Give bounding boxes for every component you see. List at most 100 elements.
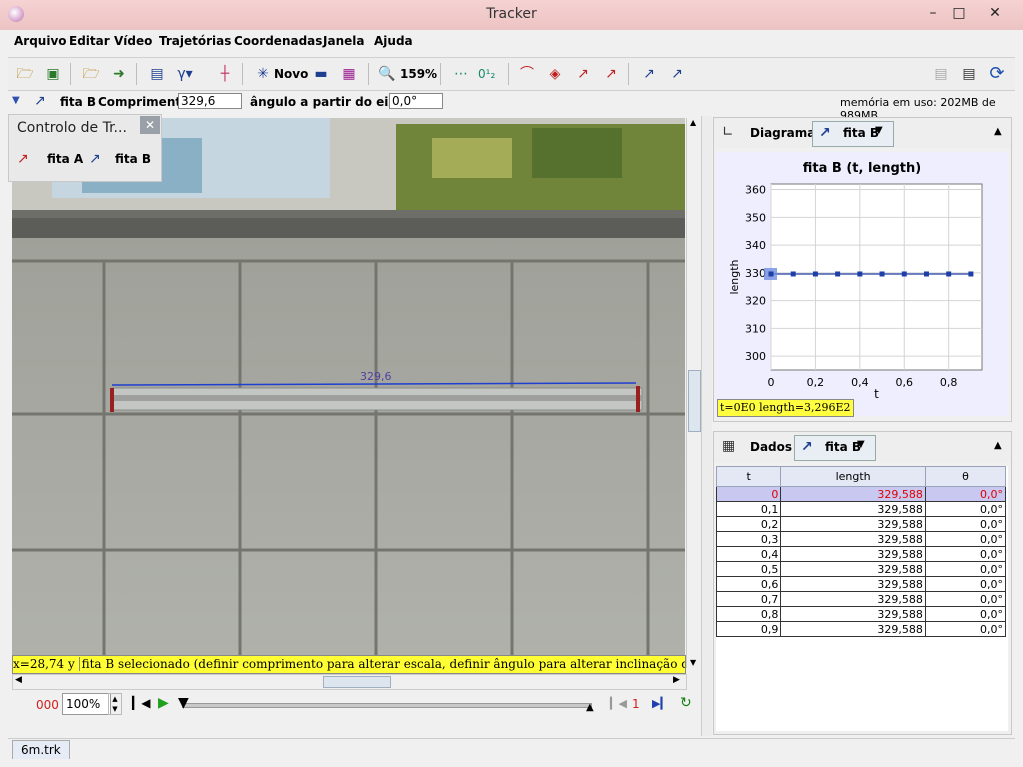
table-row[interactable]: 0,8 329,588 0,0° (715, 606, 1007, 622)
end-marker-icon[interactable]: ▲ (586, 702, 594, 713)
zoom-level[interactable]: 159% (400, 63, 437, 85)
frame-counter[interactable]: 000 (36, 698, 59, 712)
slider-thumb[interactable]: ▼ (178, 695, 189, 711)
table-row[interactable]: 0,2 329,588 0,0° (715, 516, 1007, 532)
cell-length[interactable]: 329,588 (780, 501, 926, 517)
horizontal-scroll-thumb[interactable] (323, 676, 391, 688)
import-icon[interactable]: 🗁 (80, 63, 102, 85)
axes-icon[interactable]: ┼ (214, 63, 236, 85)
maximize-icon[interactable]: □ (944, 2, 974, 24)
cell-t[interactable]: 0,4 (715, 546, 782, 562)
cell-length[interactable]: 329,588 (780, 486, 926, 502)
cell-theta[interactable]: 0,0° (924, 486, 1007, 502)
col-length[interactable]: length (780, 466, 926, 487)
cell-theta[interactable]: 0,0° (924, 606, 1007, 622)
cell-t[interactable]: 0,7 (715, 591, 782, 607)
grid-icon[interactable]: ▦ (338, 63, 360, 85)
cell-length[interactable]: 329,588 (780, 576, 926, 592)
menu-trajetorias[interactable]: Trajetórias (159, 34, 231, 48)
chart-svg[interactable]: fita B (t, length) 300 310 320 330 340 350 360 0… (716, 152, 1008, 416)
chevron-down-icon[interactable]: ▼ (875, 125, 883, 136)
step-back-icon[interactable]: ▎◀ (610, 697, 627, 710)
plot-area[interactable]: fita B (t, length) 300 310 320 330 340 350 360 0… (716, 152, 1008, 416)
calibration-icon[interactable]: γ▾ (174, 63, 196, 85)
cell-theta[interactable]: 0,0° (924, 501, 1007, 517)
track-a-button[interactable]: fita A (47, 152, 83, 166)
trace-icon[interactable]: ⋯ (450, 63, 472, 85)
play-icon[interactable]: ▶ (158, 695, 169, 711)
scroll-left-icon[interactable]: ◀ (15, 675, 22, 685)
export-icon[interactable]: ➜ (108, 63, 130, 85)
length-field[interactable] (178, 93, 242, 109)
table-row[interactable]: 0 329,588 0,0° (715, 486, 1007, 502)
cell-theta[interactable]: 0,0° (924, 591, 1007, 607)
video-frame[interactable]: 329,6 (12, 118, 685, 655)
cell-theta[interactable]: 0,0° (924, 561, 1007, 577)
table-row[interactable]: 0,9 329,588 0,0° (715, 621, 1007, 637)
table-row[interactable]: 0,5 329,588 0,0° (715, 561, 1007, 577)
cell-t[interactable]: 0,1 (715, 501, 782, 517)
data-table[interactable]: t length θ 0 329,588 0,0° 0,1 329,588 0,0° 0,2… (715, 466, 1007, 637)
loop-icon[interactable]: ↻ (680, 695, 692, 711)
split-divider[interactable] (701, 116, 712, 736)
track-dropdown-icon[interactable]: ▼ (12, 95, 20, 106)
file-tab[interactable]: 6m.trk (12, 740, 70, 759)
collapse-icon[interactable]: ▲ (994, 440, 1002, 451)
mass-icon[interactable]: ↗ (666, 63, 688, 85)
scroll-up-icon[interactable]: ▲ (690, 118, 696, 127)
cell-length[interactable]: 329,588 (780, 546, 926, 562)
scroll-right-icon[interactable]: ▶ (673, 675, 680, 685)
table-row[interactable]: 0,7 329,588 0,0° (715, 591, 1007, 607)
cell-length[interactable]: 329,588 (780, 561, 926, 577)
new-track-icon[interactable]: ✳ (252, 63, 274, 85)
notes-icon[interactable]: ▤ (930, 63, 952, 85)
cell-t[interactable]: 0 (715, 486, 782, 502)
table-row[interactable]: 0,6 329,588 0,0° (715, 576, 1007, 592)
col-theta[interactable]: θ (924, 466, 1007, 487)
popup-close-icon[interactable]: ✕ (140, 116, 160, 134)
cell-t[interactable]: 0,6 (715, 576, 782, 592)
collapse-icon[interactable]: ▲ (994, 126, 1002, 137)
menu-video[interactable]: Vídeo (114, 34, 152, 48)
save-icon[interactable]: ▣ (42, 63, 64, 85)
velocity-icon[interactable]: ↗ (572, 63, 594, 85)
cell-t[interactable]: 0,9 (715, 621, 782, 637)
clip-settings-icon[interactable]: ▤ (146, 63, 168, 85)
new-track-label[interactable]: Novo (274, 63, 308, 85)
cell-theta[interactable]: 0,0° (924, 576, 1007, 592)
acceleration-icon[interactable]: ↗ (600, 63, 622, 85)
video-horizontal-scrollbar[interactable]: ◀ ▶ (12, 674, 687, 690)
zoom-field[interactable]: 100% (62, 693, 111, 715)
path-icon[interactable]: ⌒ (516, 63, 538, 85)
cell-theta[interactable]: 0,0° (924, 546, 1007, 562)
menu-arquivo[interactable]: Arquivo (14, 34, 67, 48)
zoom-icon[interactable]: 🔍 (376, 63, 398, 85)
scroll-down-icon[interactable]: ▼ (690, 658, 696, 667)
cell-t[interactable]: 0,8 (715, 606, 782, 622)
menu-coordenadas[interactable]: Coordenadas (234, 34, 322, 48)
ruler-icon[interactable]: ▬ (310, 63, 332, 85)
cell-t[interactable]: 0,3 (715, 531, 782, 547)
menu-janela[interactable]: Janela (323, 34, 364, 48)
cell-t[interactable]: 0,2 (715, 516, 782, 532)
cell-length[interactable]: 329,588 (780, 621, 926, 637)
open-folder-icon[interactable]: 🗁 (14, 63, 36, 85)
cell-length[interactable]: 329,588 (780, 516, 926, 532)
tape-icon[interactable]: ↗ (638, 63, 660, 85)
table-row[interactable]: 0,4 329,588 0,0° (715, 546, 1007, 562)
cell-theta[interactable]: 0,0° (924, 531, 1007, 547)
cell-theta[interactable]: 0,0° (924, 516, 1007, 532)
step-size[interactable]: 1 (632, 697, 640, 711)
measure-label[interactable]: 329,6 (360, 370, 392, 383)
table-row[interactable]: 0,1 329,588 0,0° (715, 501, 1007, 517)
zoom-spinner[interactable]: ▲ ▼ (108, 693, 122, 715)
table-row[interactable]: 0,3 329,588 0,0° (715, 531, 1007, 547)
labels-icon[interactable]: 0¹₂ (478, 63, 495, 85)
col-t[interactable]: t (715, 466, 782, 487)
reset-icon[interactable]: ▎◀ (132, 696, 150, 710)
timeline-slider[interactable] (182, 703, 592, 708)
step-forward-icon[interactable]: ▶▎ (652, 697, 669, 710)
cell-length[interactable]: 329,588 (780, 591, 926, 607)
menu-ajuda[interactable]: Ajuda (374, 34, 413, 48)
cell-length[interactable]: 329,588 (780, 531, 926, 547)
